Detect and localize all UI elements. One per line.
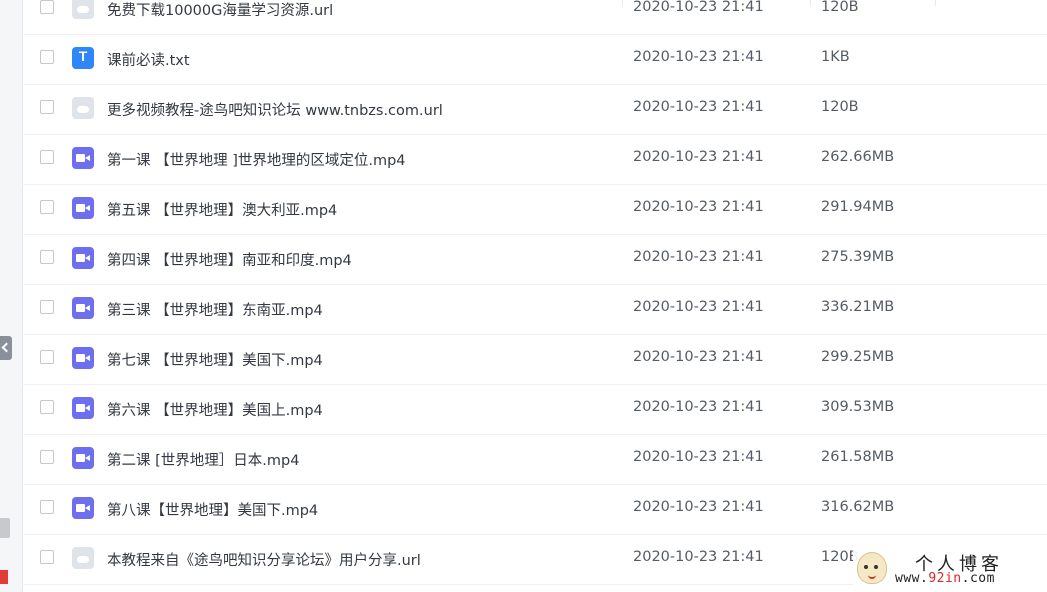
file-modified-date: 2020-10-23 21:41 — [633, 549, 764, 565]
side-badge — [0, 518, 10, 538]
row-checkbox[interactable] — [40, 300, 54, 314]
row-checkbox[interactable] — [40, 400, 54, 414]
left-panel-strip — [0, 0, 23, 592]
video-file-icon — [72, 297, 94, 319]
file-modified-date: 2020-10-23 21:41 — [633, 99, 764, 115]
file-name[interactable]: 第四课 【世界地理】南亚和印度.mp4 — [107, 249, 352, 270]
file-name[interactable]: 第二课 [世界地理］日本.mp4 — [107, 449, 299, 470]
collapse-sidebar-button[interactable] — [0, 336, 12, 360]
row-checkbox[interactable] — [40, 150, 54, 164]
row-checkbox[interactable] — [40, 0, 54, 14]
video-file-icon — [72, 347, 94, 369]
file-modified-date: 2020-10-23 21:41 — [633, 249, 764, 265]
file-row[interactable]: 第一课 【世界地理 ]世界地理的区域定位.mp4 2020-10-23 21:41… — [22, 134, 1047, 185]
file-name[interactable]: 第六课 【世界地理】美国上.mp4 — [107, 399, 323, 420]
file-name[interactable]: 课前必读.txt — [107, 49, 190, 70]
watermark: 个人博客 www.92in.com — [853, 546, 1047, 592]
file-name[interactable]: 更多视频教程-途鸟吧知识论坛 www.tnbzs.com.url — [107, 99, 443, 120]
text-file-icon — [72, 47, 94, 69]
file-row[interactable]: 第七课 【世界地理】美国下.mp4 2020-10-23 21:41 299.25M… — [22, 334, 1047, 385]
file-size: 275.39MB — [821, 249, 895, 265]
file-row[interactable]: 第四课 【世界地理】南亚和印度.mp4 2020-10-23 21:41 275.3… — [22, 234, 1047, 285]
file-row[interactable]: 免费下载10000G海量学习资源.url 2020-10-23 21:41 120B — [22, 0, 1047, 35]
video-file-icon — [72, 147, 94, 169]
url-file-icon — [72, 97, 94, 119]
file-size: 291.94MB — [821, 199, 895, 215]
file-row[interactable]: 第三课 【世界地理】东南亚.mp4 2020-10-23 21:41 336.21M… — [22, 284, 1047, 335]
file-modified-date: 2020-10-23 21:41 — [633, 399, 764, 415]
file-name[interactable]: 本教程来自《途鸟吧知识分享论坛》用户分享.url — [107, 549, 421, 570]
video-file-icon — [72, 247, 94, 269]
file-size: 316.62MB — [821, 499, 895, 515]
row-checkbox[interactable] — [40, 250, 54, 264]
file-name[interactable]: 第一课 【世界地理 ]世界地理的区域定位.mp4 — [107, 149, 406, 170]
file-modified-date: 2020-10-23 21:41 — [633, 299, 764, 315]
file-row[interactable]: 第八课【世界地理】美国下.mp4 2020-10-23 21:41 316.62MB — [22, 484, 1047, 535]
file-modified-date: 2020-10-23 21:41 — [633, 0, 764, 15]
url-file-icon — [72, 0, 94, 19]
watermark-url-highlight: 92in — [928, 571, 962, 586]
row-checkbox[interactable] — [40, 500, 54, 514]
file-size: 120B — [821, 99, 859, 115]
row-checkbox[interactable] — [40, 450, 54, 464]
watermark-avatar-icon — [857, 552, 887, 584]
file-name[interactable]: 第五课 【世界地理】澳大利亚.mp4 — [107, 199, 337, 220]
url-file-icon — [72, 547, 94, 569]
file-size: 299.25MB — [821, 349, 895, 365]
video-file-icon — [72, 497, 94, 519]
file-name[interactable]: 第三课 【世界地理】东南亚.mp4 — [107, 299, 323, 320]
file-size: 262.66MB — [821, 149, 895, 165]
row-checkbox[interactable] — [40, 50, 54, 64]
file-row[interactable]: 课前必读.txt 2020-10-23 21:41 1KB — [22, 34, 1047, 85]
file-modified-date: 2020-10-23 21:41 — [633, 149, 764, 165]
file-row[interactable]: 第五课 【世界地理】澳大利亚.mp4 2020-10-23 21:41 291.94… — [22, 184, 1047, 235]
row-checkbox[interactable] — [40, 100, 54, 114]
row-checkbox[interactable] — [40, 200, 54, 214]
row-checkbox[interactable] — [40, 350, 54, 364]
file-modified-date: 2020-10-23 21:41 — [633, 499, 764, 515]
file-modified-date: 2020-10-23 21:41 — [633, 49, 764, 65]
video-file-icon — [72, 197, 94, 219]
file-size: 336.21MB — [821, 299, 895, 315]
file-modified-date: 2020-10-23 21:41 — [633, 349, 764, 365]
file-size: 1KB — [821, 49, 850, 65]
file-size: 261.58MB — [821, 449, 895, 465]
file-modified-date: 2020-10-23 21:41 — [633, 199, 764, 215]
video-file-icon — [72, 447, 94, 469]
file-modified-date: 2020-10-23 21:41 — [633, 449, 764, 465]
file-row[interactable]: 更多视频教程-途鸟吧知识论坛 www.tnbzs.com.url 2020-10-… — [22, 84, 1047, 135]
video-file-icon — [72, 397, 94, 419]
watermark-url-prefix: www. — [895, 571, 929, 586]
file-row[interactable]: 第二课 [世界地理］日本.mp4 2020-10-23 21:41 261.58MB — [22, 434, 1047, 485]
watermark-url-suffix: .com — [961, 571, 995, 586]
row-checkbox[interactable] — [40, 550, 54, 564]
file-size: 120B — [821, 0, 859, 15]
watermark-url: www.92in.com — [895, 571, 995, 586]
file-name[interactable]: 第七课 【世界地理】美国下.mp4 — [107, 349, 323, 370]
side-red-marker — [0, 570, 8, 584]
file-size: 309.53MB — [821, 399, 895, 415]
file-row[interactable]: 第六课 【世界地理】美国上.mp4 2020-10-23 21:41 309.53M… — [22, 384, 1047, 435]
file-name[interactable]: 第八课【世界地理】美国下.mp4 — [107, 499, 318, 520]
file-name[interactable]: 免费下载10000G海量学习资源.url — [107, 0, 333, 20]
